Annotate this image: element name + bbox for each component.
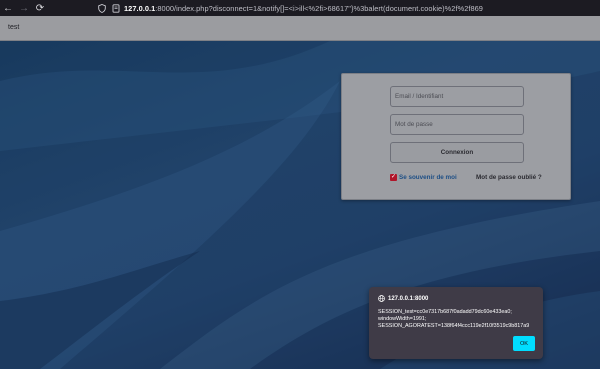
url-host: 127.0.0.1 bbox=[124, 3, 156, 13]
alert-origin-text: 127.0.0.1:8000 bbox=[388, 295, 429, 302]
address-bar[interactable]: 127.0.0.1:8000/index.php?disconnect=1&no… bbox=[96, 0, 483, 16]
ok-button[interactable]: OK bbox=[513, 336, 535, 351]
email-field[interactable] bbox=[390, 86, 524, 107]
alert-origin: 127.0.0.1:8000 bbox=[378, 295, 428, 302]
app-title: test bbox=[8, 24, 20, 31]
remember-label[interactable]: Se souvenir de moi bbox=[399, 174, 457, 181]
alert-dialog: 127.0.0.1:8000 SESSION_test=cc0e7317b687… bbox=[369, 287, 543, 359]
back-arrow-icon[interactable]: ← bbox=[0, 0, 16, 16]
browser-toolbar: ← → ⟳ 127.0.0.1:8000/index.php?disconnec… bbox=[0, 0, 600, 16]
page-info-icon[interactable] bbox=[110, 2, 122, 14]
forward-arrow-icon[interactable]: → bbox=[16, 0, 32, 16]
login-card: Connexion ✓ Se souvenir de moi Mot de pa… bbox=[341, 73, 571, 200]
shield-icon[interactable] bbox=[96, 2, 108, 14]
connect-button[interactable]: Connexion bbox=[390, 142, 524, 163]
app-header: test bbox=[0, 16, 600, 41]
globe-icon bbox=[378, 295, 385, 302]
reload-icon[interactable]: ⟳ bbox=[32, 0, 48, 16]
remember-checkbox[interactable]: ✓ bbox=[390, 174, 397, 181]
password-field[interactable] bbox=[390, 114, 524, 135]
url-path: :8000/index.php?disconnect=1&notify[]=<i… bbox=[155, 3, 483, 13]
forgot-password-link[interactable]: Mot de passe oublié ? bbox=[476, 174, 542, 181]
alert-message: SESSION_test=cc0e7317b687f0adadd79dc60e4… bbox=[378, 309, 530, 329]
url-text[interactable]: 127.0.0.1:8000/index.php?disconnect=1&no… bbox=[124, 4, 483, 13]
remember-me[interactable]: ✓ Se souvenir de moi bbox=[390, 174, 457, 181]
